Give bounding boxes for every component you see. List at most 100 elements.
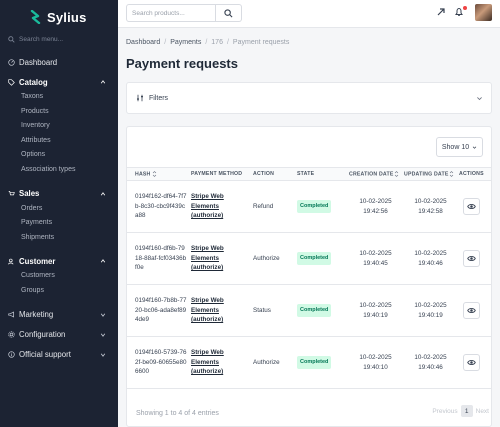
sidebar-section-marketing[interactable]: Marketing [0,307,118,323]
table-row: 0194f162-df64-7f7b-8c30-cbc9f439ca88 Str… [127,180,491,233]
search-icon [224,8,233,17]
tag-icon [8,78,15,86]
sidebar-item-groups[interactable]: Groups [0,284,118,299]
sidebar-item-products[interactable]: Products [0,105,118,120]
users-icon [8,258,14,265]
product-search-input[interactable]: Search products... [126,4,216,22]
payment-requests-card: Show 10 HASH PAYMENT METHOD ACTION STATE… [126,126,492,427]
payment-method-link[interactable]: Stripe Web Elements (authorize) [191,348,233,377]
sidebar-section-label: Official support [19,350,71,360]
sidebar-item-customers[interactable]: Customers [0,269,118,284]
pagination: Previous 1 Next [432,405,489,417]
view-button[interactable] [463,198,480,215]
payment-method-link[interactable]: Stripe Web Elements (authorize) [191,244,233,273]
sidebar-item-shipments[interactable]: Shipments [0,231,118,246]
sidebar-section-label: Catalog [19,77,48,87]
breadcrumb-payment-id[interactable]: 176 [211,39,223,46]
status-badge: Completed [297,355,332,370]
hash-cell: 0194f160-7b8b-7720-bc06-ada8ef894de9 [135,297,187,324]
eye-icon [467,256,476,261]
chevron-up-icon [100,259,106,263]
sidebar-section-configuration[interactable]: Configuration [0,327,118,343]
column-header-payment-method: PAYMENT METHOD [189,167,251,181]
updating-date-cell: 10-02-2025 19:40:46 [402,232,457,285]
table-row: 0194f160-5739-762f-be09-60655e806600 Str… [127,336,491,389]
sylius-logo-icon [30,10,41,24]
action-cell: Status [251,284,295,337]
breadcrumb: Dashboard / Payments / 176 / Payment req… [126,39,289,46]
payment-method-link[interactable]: Stripe Web Elements (authorize) [191,296,233,325]
column-header-creation-date[interactable]: CREATION DATE [347,167,402,181]
sidebar-item-orders[interactable]: Orders [0,202,118,217]
filters-panel[interactable]: Filters [126,82,492,114]
creation-date-cell: 10-02-2025 19:40:19 [347,284,402,337]
action-cell: Authorize [251,336,295,389]
chevron-down-icon [100,333,106,337]
column-header-actions: ACTIONS [457,167,491,181]
payment-method-link[interactable]: Stripe Web Elements (authorize) [191,192,233,221]
hash-cell: 0194f162-df64-7f7b-8c30-cbc9f439ca88 [135,193,187,220]
sidebar-section-label: Marketing [19,310,54,320]
updating-date-cell: 10-02-2025 19:40:46 [402,336,457,389]
status-badge: Completed [297,303,332,318]
pagination-next[interactable]: Next [476,408,489,415]
sidebar-item-payments[interactable]: Payments [0,216,118,231]
gear-icon [8,331,15,338]
sliders-icon [137,94,143,102]
sort-icon [395,170,399,177]
search-button[interactable] [216,4,242,22]
notification-dot [463,6,467,10]
info-icon [8,351,15,358]
sidebar-item-inventory[interactable]: Inventory [0,119,118,134]
sidebar-item-options[interactable]: Options [0,148,118,163]
chevron-down-icon [100,353,106,357]
view-button[interactable] [463,250,480,267]
column-header-updating-date[interactable]: UPDATING DATE [402,167,457,181]
status-badge: Completed [297,251,332,266]
brand-logo[interactable]: Sylius [0,0,118,28]
search-icon [8,35,15,43]
sidebar-item-association-types[interactable]: Association types [0,163,118,178]
sidebar-item-dashboard[interactable]: Dashboard [0,54,118,70]
sort-icon [152,170,156,177]
eye-icon [467,204,476,209]
sidebar-item-taxons[interactable]: Taxons [0,90,118,105]
status-badge: Completed [297,199,332,214]
avatar[interactable] [475,4,492,21]
action-cell: Refund [251,180,295,233]
sidebar-section-sales[interactable]: Sales [0,186,118,202]
creation-date-cell: 10-02-2025 19:40:45 [347,232,402,285]
megaphone-icon [8,311,14,318]
breadcrumb-separator: / [226,39,229,46]
filters-label: Filters [149,94,169,102]
main-content: Dashboard / Payments / 176 / Payment req… [118,28,500,427]
view-button[interactable] [463,302,480,319]
breadcrumb-dashboard[interactable]: Dashboard [126,39,160,46]
show-per-page-dropdown[interactable]: Show 10 [436,137,483,157]
sidebar-item-attributes[interactable]: Attributes [0,134,118,149]
sidebar-search-placeholder: Search menu... [19,35,64,43]
dashboard-icon [8,58,15,66]
column-header-state: STATE [295,167,347,181]
cart-icon [8,191,15,196]
creation-date-cell: 10-02-2025 19:42:56 [347,180,402,233]
breadcrumb-payments[interactable]: Payments [170,39,201,46]
updating-date-cell: 10-02-2025 19:40:19 [402,284,457,337]
page-title: Payment requests [126,56,238,71]
pagination-previous[interactable]: Previous [432,408,457,415]
column-header-hash[interactable]: HASH [127,167,189,181]
table-row: 0194f160-df6b-7918-88af-fcf03436bf0e Str… [127,232,491,285]
sidebar-section-catalog[interactable]: Catalog [0,74,118,90]
action-cell: Authorize [251,232,295,285]
sidebar-search[interactable]: Search menu... [8,32,110,46]
updating-date-cell: 10-02-2025 19:42:58 [402,180,457,233]
view-button[interactable] [463,354,480,371]
sidebar-section-official-support[interactable]: Official support [0,347,118,363]
sidebar-section-customer[interactable]: Customer [0,253,118,269]
breadcrumb-current: Payment requests [232,39,290,46]
external-link-icon[interactable] [436,7,446,17]
pagination-page-1[interactable]: 1 [460,405,473,417]
hash-cell: 0194f160-5739-762f-be09-60655e806600 [135,349,187,376]
chevron-down-icon [100,313,106,317]
chevron-down-icon [472,146,477,149]
